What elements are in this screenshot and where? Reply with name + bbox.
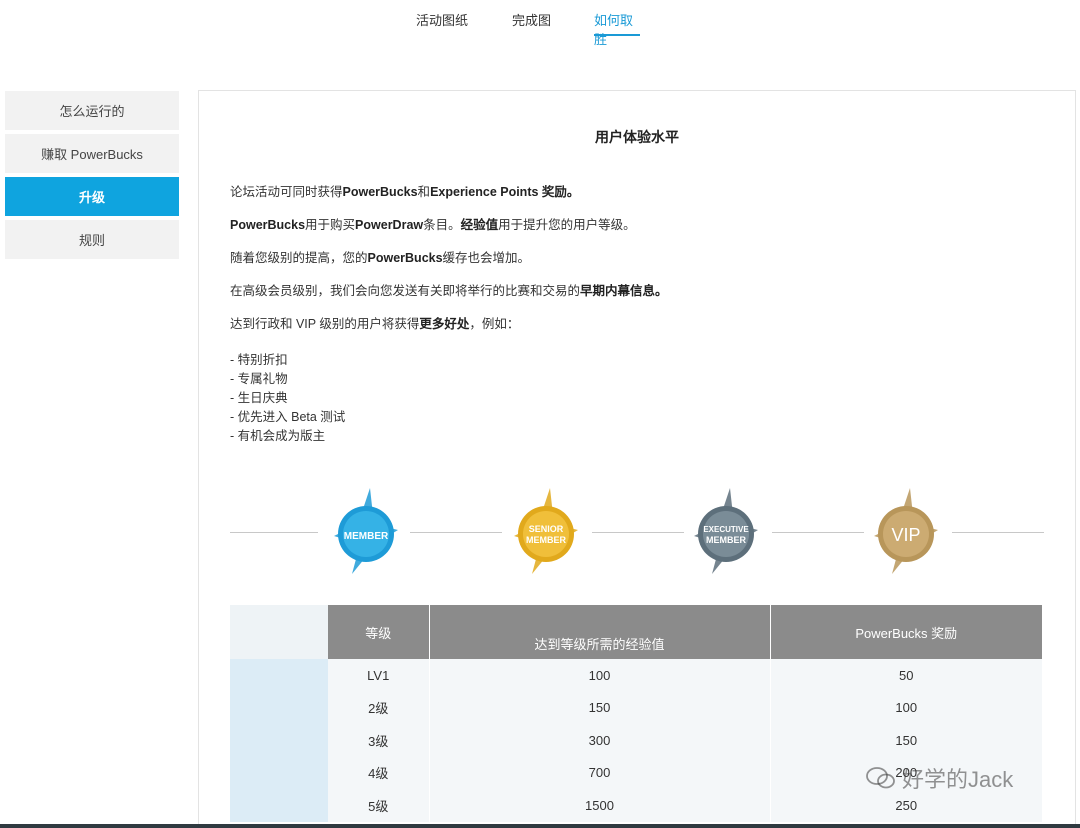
divider <box>772 532 864 533</box>
sidebar-item-rules[interactable]: 规则 <box>5 220 179 259</box>
wechat-icon <box>866 766 896 790</box>
column-header-experience: 达到等级所需的经验值 <box>429 605 771 659</box>
level-cell: 2级 <box>328 691 430 724</box>
lightning-badge-icon: EXECUTIVE MEMBER <box>694 488 758 574</box>
paragraph: 论坛活动可同时获得PowerBucks和Experience Points 奖励… <box>230 183 1050 216</box>
divider <box>952 532 1044 533</box>
paragraph: 达到行政和 VIP 级别的用户将获得更多好处，例如： <box>230 315 1050 348</box>
table-side-cell <box>230 659 328 692</box>
sidebar-item-level-up[interactable]: 升级 <box>5 177 179 216</box>
table-side-cell <box>230 789 328 822</box>
reward-cell: 100 <box>770 691 1043 724</box>
list-item: - 生日庆典 <box>230 391 288 405</box>
badge-label-top: SENIOR <box>529 524 564 534</box>
table-row: 2级 150 100 <box>230 691 1043 724</box>
text: 缓存也会增加。 <box>442 251 531 265</box>
tab-completed-drawings[interactable]: 完成图 <box>512 10 551 36</box>
lightning-badge-icon: VIP <box>874 488 938 574</box>
list-item: - 特别折扣 <box>230 353 288 367</box>
badge-label: MEMBER <box>526 535 566 545</box>
text: 用于提升您的用户等级。 <box>498 218 636 232</box>
badge-label-top: EXECUTIVE <box>703 525 749 534</box>
column-header-reward: PowerBucks 奖励 <box>770 605 1043 659</box>
level-cell: 3级 <box>328 724 430 757</box>
column-header-level: 等级 <box>328 605 430 659</box>
bold-text: PowerBucks <box>230 218 306 232</box>
lightning-badge-icon: SENIOR MEMBER <box>514 488 578 574</box>
sidebar: 怎么运行的 赚取 PowerBucks 升级 规则 <box>5 91 179 263</box>
experience-cell: 700 <box>429 756 771 789</box>
text: 用于购买 <box>305 218 356 232</box>
text: 和 <box>417 185 431 199</box>
list-item: - 专属礼物 <box>230 372 288 386</box>
bold-text: 经验值 <box>460 218 499 232</box>
text: 随着您级别的提高，您的 <box>230 251 368 265</box>
senior-member-badge: SENIOR MEMBER <box>510 486 582 576</box>
table-side-cell <box>230 691 328 724</box>
badge-label: MEMBER <box>344 531 389 542</box>
bold-text: PowerBucks <box>342 185 418 199</box>
benefits-list: - 特别折扣 - 专属礼物 - 生日庆典 - 优先进入 Beta 测试 - 有机… <box>230 351 1050 446</box>
top-tabs: 活动图纸 完成图 如何取胜 <box>0 0 1080 47</box>
level-cell: 4级 <box>328 756 430 789</box>
bold-text: 更多好处 <box>419 317 470 331</box>
list-item: - 优先进入 Beta 测试 <box>230 410 346 424</box>
tab-activity-drawings[interactable]: 活动图纸 <box>416 10 468 36</box>
divider <box>230 532 318 533</box>
divider <box>410 532 502 533</box>
executive-member-badge: EXECUTIVE MEMBER <box>690 486 762 576</box>
sidebar-item-earn-powerbucks[interactable]: 赚取 PowerBucks <box>5 134 179 173</box>
experience-cell: 1500 <box>429 789 771 822</box>
lightning-badge-icon: MEMBER <box>334 488 398 574</box>
reward-cell: 150 <box>770 724 1043 757</box>
bottom-edge <box>0 824 1080 828</box>
text: 达到行政和 VIP 级别的用户将获得 <box>230 317 420 331</box>
text: ，例如： <box>469 317 520 331</box>
experience-cell: 300 <box>429 724 771 757</box>
bold-text: PowerBucks <box>367 251 443 265</box>
content: 论坛活动可同时获得PowerBucks和Experience Points 奖励… <box>230 183 1050 446</box>
table-row: 3级 300 150 <box>230 724 1043 757</box>
divider <box>592 532 684 533</box>
vip-badge: VIP <box>870 486 942 576</box>
table-row: LV1 100 50 <box>230 659 1043 692</box>
experience-cell: 150 <box>429 691 771 724</box>
main-panel: 用户体验水平 论坛活动可同时获得PowerBucks和Experience Po… <box>198 90 1076 828</box>
badge-label: MEMBER <box>706 535 746 545</box>
level-cell: 5级 <box>328 789 430 822</box>
page-title: 用户体验水平 <box>595 129 679 145</box>
list-item: - 有机会成为版主 <box>230 429 326 443</box>
member-badge: MEMBER <box>330 486 402 576</box>
level-cell: LV1 <box>328 659 430 692</box>
text: 在高级会员级别，我们会向您发送有关即将举行的比赛和交易的 <box>230 284 581 298</box>
experience-cell: 100 <box>429 659 771 692</box>
paragraph: 在高级会员级别，我们会向您发送有关即将举行的比赛和交易的早期内幕信息。 <box>230 282 1050 315</box>
table-side-cell <box>230 756 328 789</box>
bold-text: Experience Points 奖励。 <box>430 185 580 199</box>
tab-how-to-win[interactable]: 如何取胜 <box>594 10 640 47</box>
table-side-cell <box>230 724 328 757</box>
sidebar-item-how-it-works[interactable]: 怎么运行的 <box>5 91 179 130</box>
watermark-text: 好学的Jack <box>902 767 1014 792</box>
watermark: 好学的Jack <box>866 762 1013 794</box>
paragraph: 随着您级别的提高，您的PowerBucks缓存也会增加。 <box>230 249 1050 282</box>
level-badges: MEMBER SENIOR MEMBER EXECUTIVE MEMBER VI… <box>230 486 1044 576</box>
bold-text: 早期内幕信息。 <box>580 284 668 298</box>
text: 条目。 <box>423 218 461 232</box>
text: 论坛活动可同时获得 <box>230 185 343 199</box>
reward-cell: 50 <box>770 659 1043 692</box>
badge-label: VIP <box>891 525 920 545</box>
table-corner <box>230 605 328 659</box>
table-header-row: 等级 达到等级所需的经验值 PowerBucks 奖励 <box>230 605 1043 659</box>
bold-text: PowerDraw <box>355 218 424 232</box>
paragraph: PowerBucks用于购买PowerDraw条目。经验值用于提升您的用户等级。 <box>230 216 1050 249</box>
